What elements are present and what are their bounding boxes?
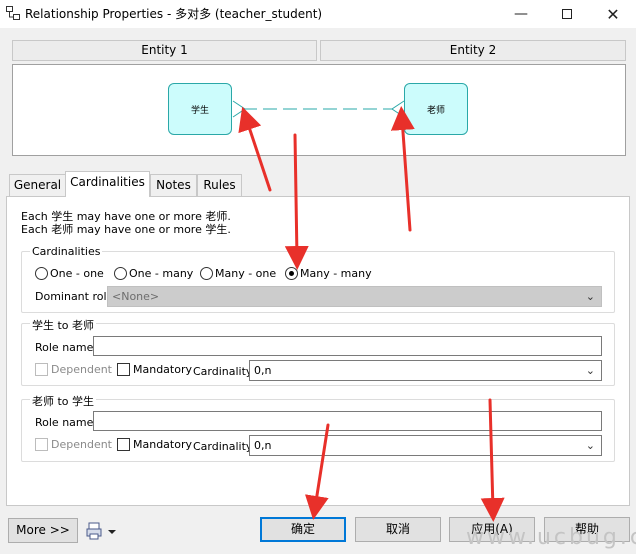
arrow-to-ok bbox=[305, 423, 330, 520]
arrow-to-entity2 bbox=[390, 106, 415, 232]
arrow-to-apply bbox=[480, 398, 505, 522]
arrow-to-many-many bbox=[284, 133, 309, 270]
annotation-arrows bbox=[238, 106, 505, 522]
watermark: www.ucbug.co bbox=[466, 525, 636, 550]
arrow-to-entity1 bbox=[238, 106, 272, 192]
tab-cardinalities[interactable]: Cardinalities bbox=[65, 171, 150, 197]
